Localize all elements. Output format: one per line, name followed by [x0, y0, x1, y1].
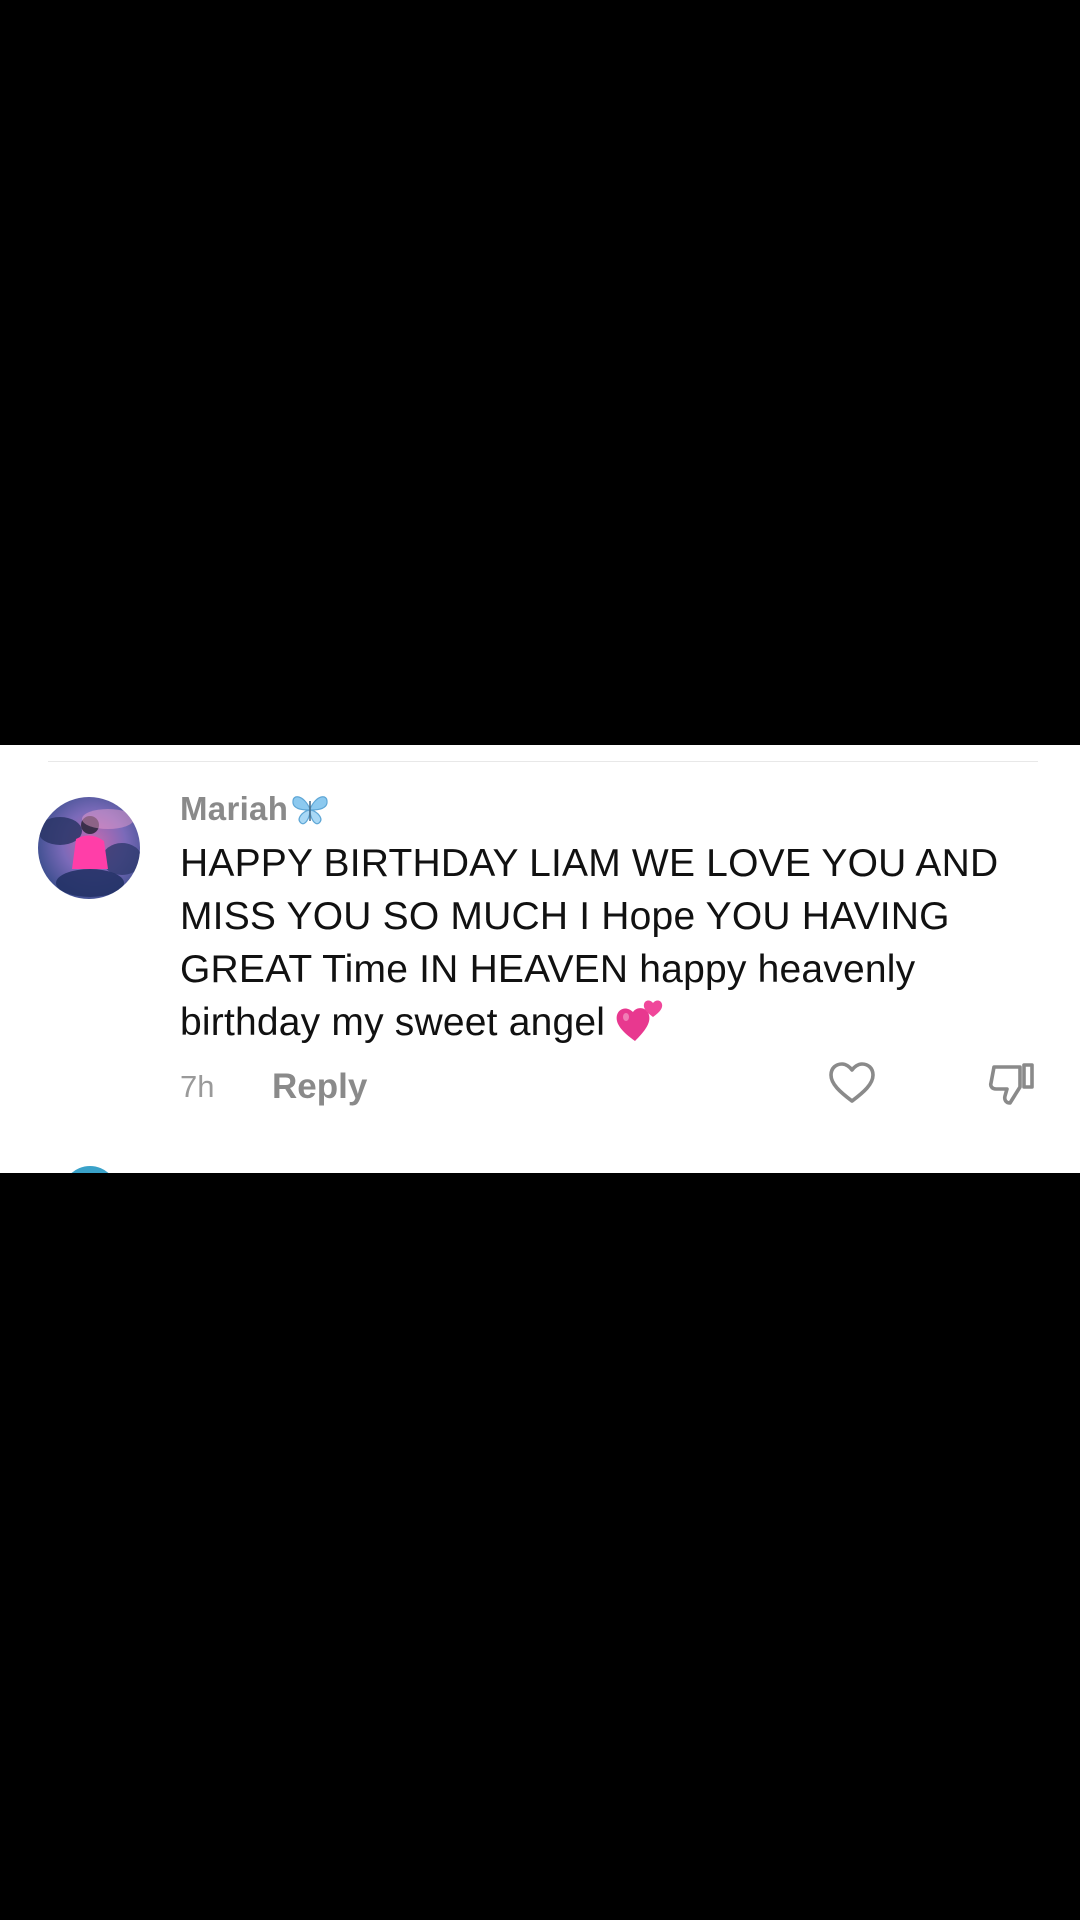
comment-actions: 7h Reply	[180, 1057, 1046, 1117]
butterfly-icon	[290, 789, 330, 829]
avatar[interactable]	[38, 797, 140, 899]
divider	[48, 761, 1038, 762]
comment-body: Mariah HAPPY BIRTHDAY LIAM WE LOVE YOU A…	[180, 785, 1046, 1049]
reply-button[interactable]: Reply	[272, 1067, 367, 1107]
comment-text: HAPPY BIRTHDAY LIAM WE LOVE YOU AND MISS…	[180, 837, 1046, 1049]
heart-outline-icon[interactable]	[826, 1057, 878, 1109]
next-comment-avatar[interactable]	[62, 1166, 118, 1173]
username[interactable]: Mariah	[180, 790, 288, 828]
comment-time: 7h	[180, 1069, 215, 1104]
two-hearts-icon	[615, 997, 667, 1043]
username-row: Mariah	[180, 785, 1046, 833]
comment-panel: Mariah HAPPY BIRTHDAY LIAM WE LOVE YOU A…	[0, 745, 1080, 1173]
comment-text-content: HAPPY BIRTHDAY LIAM WE LOVE YOU AND MISS…	[180, 842, 999, 1044]
thumbs-down-icon[interactable]	[986, 1057, 1038, 1109]
